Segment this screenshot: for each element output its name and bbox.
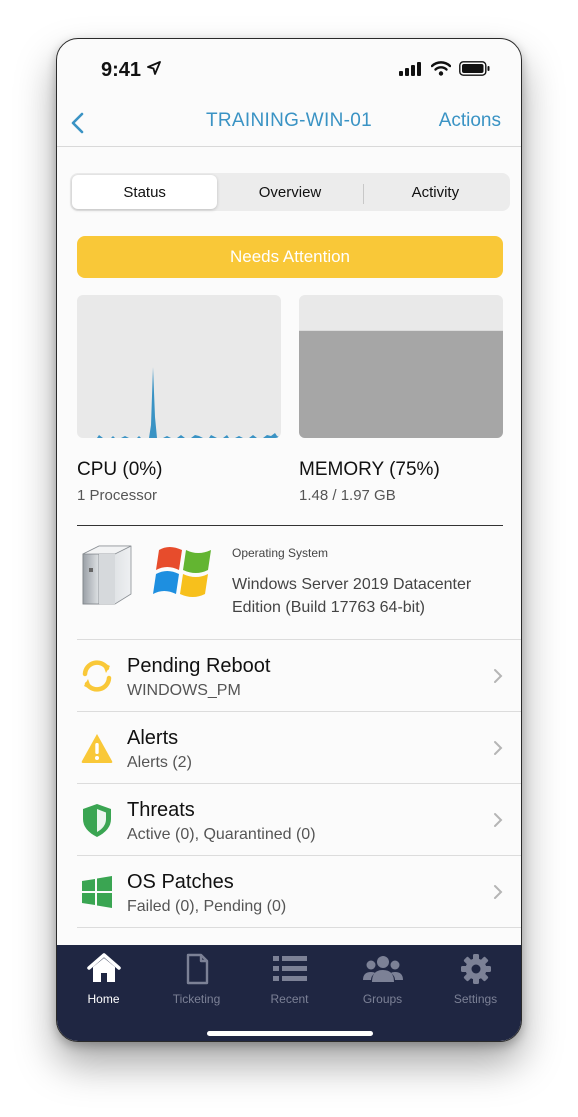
windows-icon [82, 876, 112, 908]
status-icons [399, 61, 491, 76]
tab-groups[interactable]: Groups [336, 953, 429, 1006]
chevron-right-icon [494, 813, 503, 827]
nav-bar: TRAINING-WIN-01 Actions [57, 101, 521, 147]
tab-label: Home [87, 992, 120, 1006]
segmented-control: Status Overview Activity [70, 173, 510, 211]
tab-label: Settings [453, 992, 498, 1006]
status-bar: 9:41 [57, 39, 521, 101]
list-bottom-divider [77, 927, 521, 928]
document-icon [186, 953, 208, 985]
actions-button[interactable]: Actions [439, 110, 501, 132]
tab-label: Groups [362, 992, 403, 1006]
list-item-title: Alerts [127, 727, 179, 749]
tab-ticketing[interactable]: Ticketing [150, 953, 243, 1006]
chevron-right-icon [494, 741, 503, 755]
list-item-subtitle: Failed (0), Pending (0) [127, 898, 287, 915]
wifi-icon [431, 61, 451, 76]
phone-screen: 9:41 TRAINING-WIN-01 Actions Status Over… [56, 38, 522, 1042]
windows-logo-icon [153, 547, 211, 597]
home-indicator [207, 1031, 373, 1036]
list-item-subtitle: WINDOWS_PM [127, 682, 241, 699]
status-time: 9:41 [101, 59, 142, 81]
memory-graph-plot [299, 330, 503, 438]
list-item-title: Threats [127, 799, 195, 821]
list-item-title: Pending Reboot [127, 655, 271, 677]
list-icon [272, 956, 307, 981]
signal-icon [399, 61, 421, 76]
os-label: Operating System [232, 546, 329, 560]
home-icon [86, 953, 121, 982]
list-item-alerts[interactable]: Alerts Alerts (2) [77, 711, 521, 783]
cpu-title: CPU (0%) [77, 459, 163, 480]
tab-overview[interactable]: Overview [217, 175, 362, 209]
cpu-graph-plot [77, 367, 281, 438]
memory-graph [299, 295, 503, 438]
tab-status[interactable]: Status [72, 175, 218, 209]
divider [77, 525, 503, 526]
location-arrow-icon [147, 61, 161, 75]
chevron-right-icon [494, 669, 503, 683]
warning-icon [81, 734, 113, 763]
list-item-os-patches[interactable]: OS Patches Failed (0), Pending (0) [77, 855, 521, 927]
tab-activity[interactable]: Activity [362, 175, 508, 209]
group-icon [362, 956, 403, 982]
gear-icon [460, 954, 491, 984]
tab-recent[interactable]: Recent [243, 953, 336, 1006]
list-item-pending-reboot[interactable]: Pending Reboot WINDOWS_PM [77, 639, 521, 711]
chevron-right-icon [494, 885, 503, 899]
tab-label: Recent [270, 992, 309, 1006]
tab-home[interactable]: Home [57, 953, 150, 1006]
cpu-graph [77, 295, 281, 438]
tab-label: Ticketing [172, 992, 221, 1006]
list-item-threats[interactable]: Threats Active (0), Quarantined (0) [77, 783, 521, 855]
tab-settings[interactable]: Settings [429, 953, 521, 1006]
memory-title: MEMORY (75%) [299, 459, 440, 480]
needs-attention-banner[interactable]: Needs Attention [77, 236, 503, 278]
battery-icon [459, 61, 490, 76]
shield-icon [83, 804, 111, 837]
cpu-subtitle: 1 Processor [77, 487, 158, 504]
server-icon [82, 545, 132, 605]
os-value: Windows Server 2019 Datacenter Edition (… [232, 576, 472, 616]
list-item-subtitle: Alerts (2) [127, 754, 192, 771]
status-list: Pending Reboot WINDOWS_PM Alerts Alerts … [77, 639, 521, 928]
memory-subtitle: 1.48 / 1.97 GB [299, 487, 396, 504]
list-item-subtitle: Active (0), Quarantined (0) [127, 826, 316, 843]
refresh-icon [82, 660, 112, 692]
list-item-title: OS Patches [127, 871, 234, 893]
tab-bar: Home Ticketing Recent Groups Settings [57, 945, 521, 1041]
